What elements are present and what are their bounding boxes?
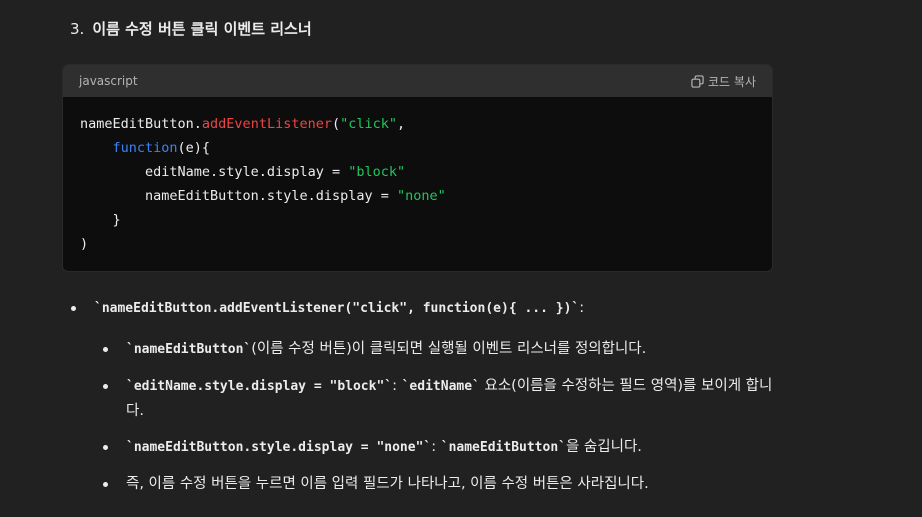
list-item-text: : [392,378,402,394]
inline-code: `nameEditButton.addEventListener("click"… [94,301,580,316]
list-item-text: 을 숨깁니다. [565,439,642,455]
list-item-text: : [579,300,585,316]
code-token: editName.style.display = [80,164,349,180]
code-token: ) [80,236,89,252]
code-block-header: javascript 코드 복사 [63,65,772,97]
bullet-dot [103,445,108,450]
code-token: , [397,116,406,132]
bullet-dot [103,347,108,352]
bullet-dot [103,384,108,389]
code-token: nameEditButton.style.display = [80,188,397,204]
section-title: 이름 수정 버튼 클릭 이벤트 리스너 [92,20,312,38]
copy-code-button[interactable]: 코드 복사 [691,73,756,90]
code-block: javascript 코드 복사 nameEditButton.addEvent… [62,64,773,272]
code-line: editName.style.display = "block" [80,160,755,184]
code-token: "none" [396,188,446,204]
copy-code-label: 코드 복사 [708,74,756,89]
code-line: nameEditButton.style.display = "none" [80,184,755,208]
code-token: "click" [340,116,398,132]
list-item: `nameEditButton`(이름 수정 버튼)이 클릭되면 실행될 이벤트… [70,337,790,362]
inline-code: `nameEditButton` [440,440,566,455]
code-token: addEventListener [201,116,332,132]
list-item: `nameEditButton.style.display = "none"`:… [70,435,790,460]
inline-code: `editName.style.display = "block"` [126,379,393,394]
code-token: (e){ [177,140,211,156]
code-token: function [112,140,178,156]
code-token: } [80,212,121,228]
code-language-label: javascript [79,74,138,88]
section-number: 3. [70,20,85,38]
code-token: nameEditButton. [80,116,202,132]
bullet-dot [71,306,76,311]
list-item-text: 즉, 이름 수정 버튼을 누르면 이름 입력 필드가 나타나고, 이름 수정 버… [126,476,649,492]
code-token: ( [331,116,341,132]
copy-icon [691,74,704,88]
inline-code: `nameEditButton` [126,342,252,357]
list-item-text: : [431,439,441,455]
code-token: "block" [348,164,406,180]
list-item: 즉, 이름 수정 버튼을 누르면 이름 입력 필드가 나타나고, 이름 수정 버… [70,472,790,496]
chat-message: 3. 이름 수정 버튼 클릭 이벤트 리스너 javascript 코드 복사 n… [0,0,922,517]
inline-code: `editName` [401,379,480,394]
code-content[interactable]: nameEditButton.addEventListener("click",… [63,97,772,271]
list-item-text: (이름 수정 버튼)이 클릭되면 실행될 이벤트 리스너를 정의합니다. [251,341,647,357]
list-item: `editName.style.display = "block"`: `edi… [70,374,790,423]
list-item: `nameEditButton.addEventListener("click"… [70,296,790,321]
explanation-list: `nameEditButton.addEventListener("click"… [70,296,790,496]
code-line: nameEditButton.addEventListener("click", [80,112,755,136]
code-line: function(e){ [80,136,755,160]
code-line: } [80,208,755,232]
section-heading: 3. 이름 수정 버튼 클릭 이벤트 리스너 [70,18,312,39]
bullet-dot [103,482,108,487]
code-line: ) [80,232,755,256]
inline-code: `nameEditButton.style.display = "none"` [126,440,432,455]
